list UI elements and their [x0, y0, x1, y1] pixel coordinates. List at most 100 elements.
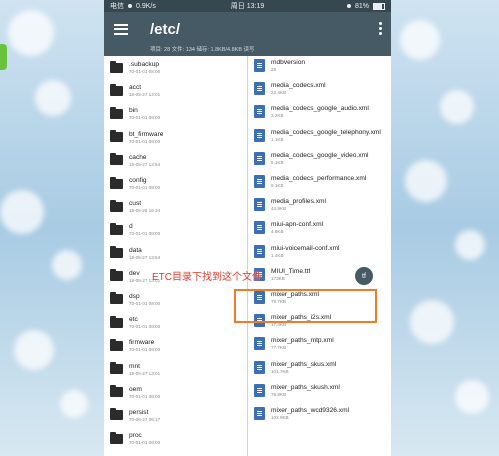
carrier-label: 电信 [110, 3, 124, 10]
item-name: miui-voicemail-conf.xml [271, 244, 340, 252]
file-row[interactable]: mixer_paths_mtp.xml 77.7KB [248, 332, 391, 355]
signal-icon [128, 4, 132, 8]
item-meta: 70-06-27 06:17 [129, 416, 161, 422]
item-name: mixer_paths_skush.xml [271, 383, 340, 391]
item-name: media_codecs_google_video.xml [271, 151, 369, 159]
item-meta: 18-05-27 13:54 [129, 254, 161, 260]
battery-level: 81% [355, 2, 370, 10]
item-meta: 70-01-01 08:00 [129, 138, 161, 144]
folder-row[interactable]: bin 70-01-01 08:00 [104, 102, 247, 125]
folder-icon [110, 385, 123, 398]
item-name: .subackup [129, 61, 160, 69]
folder-row[interactable]: persist 70-06-27 06:17 [104, 404, 247, 427]
item-meta: 1.1KB [271, 136, 284, 142]
item-name: cust [129, 200, 142, 208]
file-icon [254, 128, 265, 142]
folder-row[interactable]: mnt 18-05-27 13:01 [104, 357, 247, 380]
item-meta: 18-05-27 13:01 [129, 370, 161, 376]
file-icon [254, 105, 265, 119]
item-meta: 4.8KB [271, 229, 284, 235]
folder-icon [110, 338, 123, 351]
folder-icon [110, 292, 123, 305]
item-meta: 18-05-26 16:34 [129, 208, 161, 214]
file-row[interactable]: media_codecs_google_telephony.xml 1.1KB [248, 124, 391, 147]
folder-row[interactable]: oem 70-01-01 08:00 [104, 381, 247, 404]
file-icon [254, 406, 265, 420]
item-meta: 28 [271, 67, 277, 73]
folder-row[interactable]: cust 18-05-26 16:34 [104, 195, 247, 218]
item-name: media_codecs_performance.xml [271, 175, 367, 183]
left-file-pane[interactable]: .subackup 70-01-01 08:00 acct 18-05-27 13:0… [104, 56, 248, 456]
file-icon [254, 198, 265, 212]
folder-icon [110, 176, 123, 189]
item-name: media_codecs_google_telephony.xml [271, 128, 381, 136]
file-icon [254, 360, 265, 374]
item-name: mnt [129, 362, 140, 370]
file-icon [254, 244, 265, 258]
file-row[interactable]: media_codecs_google_audio.xml 3.2KB [248, 100, 391, 123]
item-name: media_profiles.xml [271, 198, 326, 206]
folder-icon [110, 408, 123, 421]
folder-row[interactable]: dsp 70-01-01 08:00 [104, 288, 247, 311]
folder-icon [110, 199, 123, 212]
file-row[interactable]: media_codecs_google_video.xml 5.1KB [248, 147, 391, 170]
file-row[interactable]: miui-voicemail-conf.xml 1.4KB [248, 240, 391, 263]
folder-icon [110, 60, 123, 73]
file-icon [254, 175, 265, 189]
file-row[interactable]: media_profiles.xml 44.9KB [248, 193, 391, 216]
item-meta: 70-01-01 08:00 [129, 440, 161, 446]
storage-info: 项目: 28 文件: 134 储存: 1.8KB/4.8KB 读写 [104, 46, 391, 56]
item-meta: 70-01-01 08:00 [129, 393, 161, 399]
folder-icon [110, 246, 123, 259]
file-icon [254, 221, 265, 235]
item-meta: 44.9KB [271, 206, 287, 212]
more-options-icon[interactable] [379, 22, 382, 35]
item-meta: 77.7KB [271, 345, 287, 351]
item-meta: 5.1KB [271, 159, 284, 165]
item-meta: 18-05-27 13:54 [129, 161, 161, 167]
file-row[interactable]: mixer_paths_skush.xml 78.8KB [248, 379, 391, 402]
file-icon [254, 337, 265, 351]
folder-icon [110, 83, 123, 96]
item-meta: 70-01-01 08:00 [129, 115, 161, 121]
item-name: etc [129, 316, 138, 324]
folder-row[interactable]: proc 70-01-01 08:00 [104, 427, 247, 450]
folder-row[interactable]: etc 70-01-01 08:00 [104, 311, 247, 334]
folder-row[interactable]: firmware 70-01-01 08:00 [104, 334, 247, 357]
file-row[interactable]: media_codecs.xml 22.4KB [248, 77, 391, 100]
folder-row[interactable]: .subackup 70-01-01 08:00 [104, 56, 247, 79]
item-meta: 70-01-01 08:00 [129, 300, 161, 306]
folder-row[interactable]: bt_firmware 70-01-01 08:00 [104, 126, 247, 149]
item-meta: 102.9KB [271, 414, 289, 420]
file-row[interactable]: mixer_paths_skus.xml 101.7KB [248, 355, 391, 378]
item-name: acct [129, 84, 142, 92]
folder-row[interactable]: config 70-01-01 08:00 [104, 172, 247, 195]
item-name: media_codecs.xml [271, 82, 326, 90]
folder-row[interactable]: acct 18-05-27 13:01 [104, 79, 247, 102]
item-name: dsp [129, 292, 140, 300]
status-bar: 电信 0.9K/s 周日 13:19 81% [104, 0, 391, 12]
clock: 周日 13:19 [230, 3, 265, 10]
item-meta: 1.4KB [271, 252, 284, 258]
folder-row[interactable]: cache 18-05-27 13:54 [104, 149, 247, 172]
phone-screen: 电信 0.9K/s 周日 13:19 81% /etc/ 项目: 28 文件: … [104, 0, 391, 456]
item-name: MIUI_Time.ttf [271, 267, 311, 275]
file-row[interactable]: miui-apn-conf.xml 4.8KB [248, 216, 391, 239]
battery-icon [373, 2, 386, 10]
network-speed: 0.9K/s [136, 2, 156, 10]
folder-row[interactable]: data 18-05-27 13:54 [104, 242, 247, 265]
file-row[interactable]: mdbversion 28 [248, 56, 391, 77]
item-name: bin [129, 107, 138, 115]
menu-icon[interactable] [114, 23, 128, 35]
side-tab [0, 44, 7, 70]
right-file-pane[interactable]: mdbversion 28 media_codecs.xml 22.4KB media_… [248, 56, 391, 456]
file-row[interactable]: mixer_paths_wcd9326.xml 102.9KB [248, 402, 391, 425]
file-row[interactable]: media_codecs_performance.xml 8.1KB [248, 170, 391, 193]
highlight-box [234, 289, 377, 323]
folder-row[interactable]: d 70-01-01 08:00 [104, 218, 247, 241]
item-name: persist [129, 408, 149, 416]
file-icon [254, 59, 265, 73]
item-name: miui-apn-conf.xml [271, 221, 324, 229]
item-name: firmware [129, 339, 155, 347]
item-meta: 70-01-01 08:00 [129, 185, 161, 191]
